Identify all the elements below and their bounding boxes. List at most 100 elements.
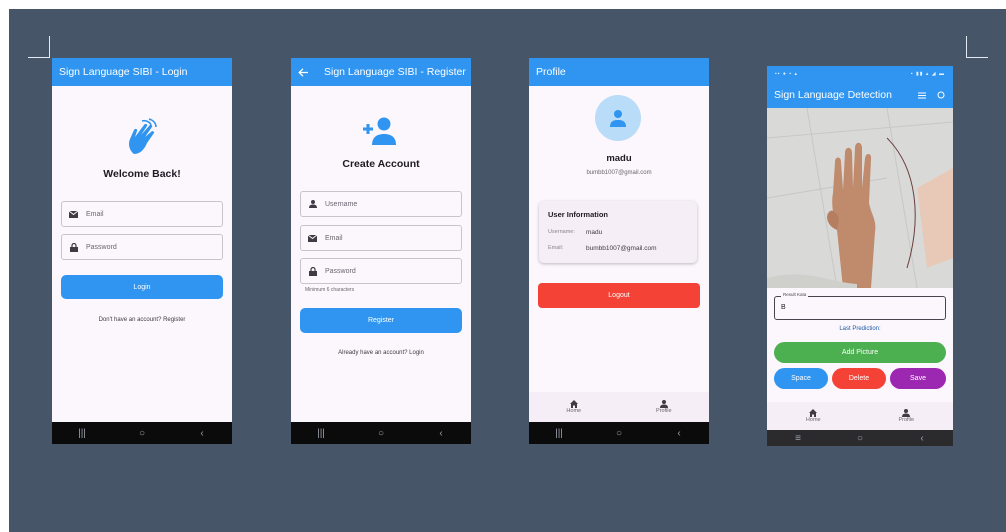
crop-mark-top-left <box>28 36 50 58</box>
register-email-placeholder: Email <box>325 234 343 242</box>
home-button[interactable]: ○ <box>127 428 157 439</box>
status-bar: ▪▪ ● ▪ ▴ ▪ ▮▮ ▴ ◢ ▬ <box>767 66 953 82</box>
register-email-field[interactable]: Email <box>300 225 462 251</box>
user-info-title: User Information <box>548 210 609 219</box>
result-field[interactable]: Result Kata B <box>774 292 946 320</box>
register-button[interactable]: Register <box>300 308 462 333</box>
space-label: Space <box>791 375 811 382</box>
detection-system-navbar: ≡ ○ ‹ <box>767 430 953 446</box>
login-heading: Welcome Back! <box>103 168 181 180</box>
profile-system-navbar: ||| ○ ‹ <box>529 422 709 444</box>
home-icon <box>809 409 818 417</box>
person-icon <box>610 110 626 127</box>
person-icon <box>902 409 911 417</box>
nav-home[interactable]: Home <box>566 400 581 414</box>
nav-home-label: Home <box>805 417 821 423</box>
detection-appbar: Sign Language Detection <box>767 82 953 108</box>
person-add-icon <box>363 116 399 146</box>
nav-home-label: Home <box>566 408 582 414</box>
refresh-icon[interactable] <box>937 91 945 99</box>
detection-screen: ▪▪ ● ▪ ▴ ▪ ▮▮ ▴ ◢ ▬ Sign Language Detect… <box>767 66 953 446</box>
user-info-card: User Information Username: madu Email: b… <box>539 201 697 263</box>
login-email-field[interactable]: Email <box>61 201 223 227</box>
username-value: madu <box>586 229 603 236</box>
back-button[interactable]: ‹ <box>907 433 937 444</box>
recents-button[interactable]: ||| <box>67 428 97 439</box>
detection-bottom-nav: Home Profile <box>767 402 953 430</box>
username-label: Username: <box>548 229 575 235</box>
logout-button[interactable]: Logout <box>538 283 700 308</box>
profile-screen: Profile madu bumbb1007@gmail.com User In… <box>529 58 709 444</box>
home-button[interactable]: ○ <box>366 428 396 439</box>
status-left-icons: ▪▪ ● ▪ ▴ <box>775 71 799 77</box>
email-icon <box>308 234 317 243</box>
save-button[interactable]: Save <box>890 368 946 389</box>
register-heading: Create Account <box>342 158 420 170</box>
crop-mark-top-right <box>966 36 988 58</box>
login-button[interactable]: Login <box>61 275 223 299</box>
login-system-navbar: ||| ○ ‹ <box>52 422 232 444</box>
register-button-label: Register <box>367 317 395 324</box>
recents-button[interactable]: ||| <box>306 428 336 439</box>
result-value: B <box>781 304 786 311</box>
register-link[interactable]: Don't have an account? Register <box>52 317 232 323</box>
add-picture-label: Add Picture <box>841 349 879 356</box>
last-prediction: Last Prediction: <box>839 326 881 332</box>
arrow-left-icon[interactable] <box>298 67 312 77</box>
back-button[interactable]: ‹ <box>187 428 217 439</box>
sign-language-hand-icon <box>125 118 159 156</box>
recents-button[interactable]: ≡ <box>783 433 813 444</box>
nav-profile-label: Profile <box>898 417 915 423</box>
person-icon <box>308 200 317 209</box>
back-button[interactable]: ‹ <box>664 428 694 439</box>
avatar <box>595 95 641 141</box>
profile-email: bumbb1007@gmail.com <box>586 170 652 176</box>
login-password-placeholder: Password <box>86 243 117 251</box>
back-button[interactable]: ‹ <box>426 428 456 439</box>
login-button-label: Login <box>133 283 151 291</box>
register-screen: Sign Language SIBI - Register Create Acc… <box>291 58 471 444</box>
lock-icon <box>69 242 78 252</box>
login-email-placeholder: Email <box>86 210 104 218</box>
login-screen: Sign Language SIBI - Login Welcome Back!… <box>52 58 232 444</box>
profile-name: madu <box>606 153 632 164</box>
login-password-field[interactable]: Password <box>61 234 223 260</box>
delete-label: Delete <box>848 375 870 382</box>
register-appbar: Sign Language SIBI - Register <box>291 58 471 86</box>
register-username-placeholder: Username <box>325 200 358 208</box>
home-button[interactable]: ○ <box>845 433 875 444</box>
profile-appbar-title: Profile <box>536 66 566 78</box>
space-button[interactable]: Space <box>774 368 828 389</box>
delete-button[interactable]: Delete <box>832 368 886 389</box>
register-appbar-title: Sign Language SIBI - Register <box>324 66 466 78</box>
lock-icon <box>308 266 317 276</box>
home-icon <box>569 400 578 408</box>
menu-icon[interactable] <box>918 92 926 99</box>
recents-button[interactable]: ||| <box>544 428 574 439</box>
home-button[interactable]: ○ <box>604 428 634 439</box>
logout-button-label: Logout <box>608 292 630 299</box>
profile-appbar: Profile <box>529 58 709 86</box>
email-label: Email: <box>548 245 564 251</box>
register-password-field[interactable]: Password <box>300 258 462 284</box>
profile-bottom-nav: Home Profile <box>529 392 709 422</box>
nav-home[interactable]: Home <box>806 409 821 423</box>
login-link[interactable]: Already have an account? Login <box>291 350 471 356</box>
login-appbar-title: Sign Language SIBI - Login <box>59 66 188 78</box>
nav-profile[interactable]: Profile <box>898 409 914 423</box>
login-appbar: Sign Language SIBI - Login <box>52 58 232 86</box>
email-value: bumbb1007@gmail.com <box>586 245 657 252</box>
register-username-field[interactable]: Username <box>300 191 462 217</box>
nav-profile[interactable]: Profile <box>656 400 672 414</box>
email-icon <box>69 210 78 219</box>
password-hint: Minimum 6 characters <box>305 287 355 293</box>
camera-preview <box>767 108 953 288</box>
add-picture-button[interactable]: Add Picture <box>774 342 946 363</box>
person-icon <box>659 400 668 408</box>
result-label: Result Kata <box>781 292 809 297</box>
register-system-navbar: ||| ○ ‹ <box>291 422 471 444</box>
nav-profile-label: Profile <box>655 408 672 414</box>
register-password-placeholder: Password <box>325 267 356 275</box>
detection-appbar-title: Sign Language Detection <box>774 89 892 101</box>
status-right-icons: ▪ ▮▮ ▴ ◢ ▬ <box>910 71 945 77</box>
